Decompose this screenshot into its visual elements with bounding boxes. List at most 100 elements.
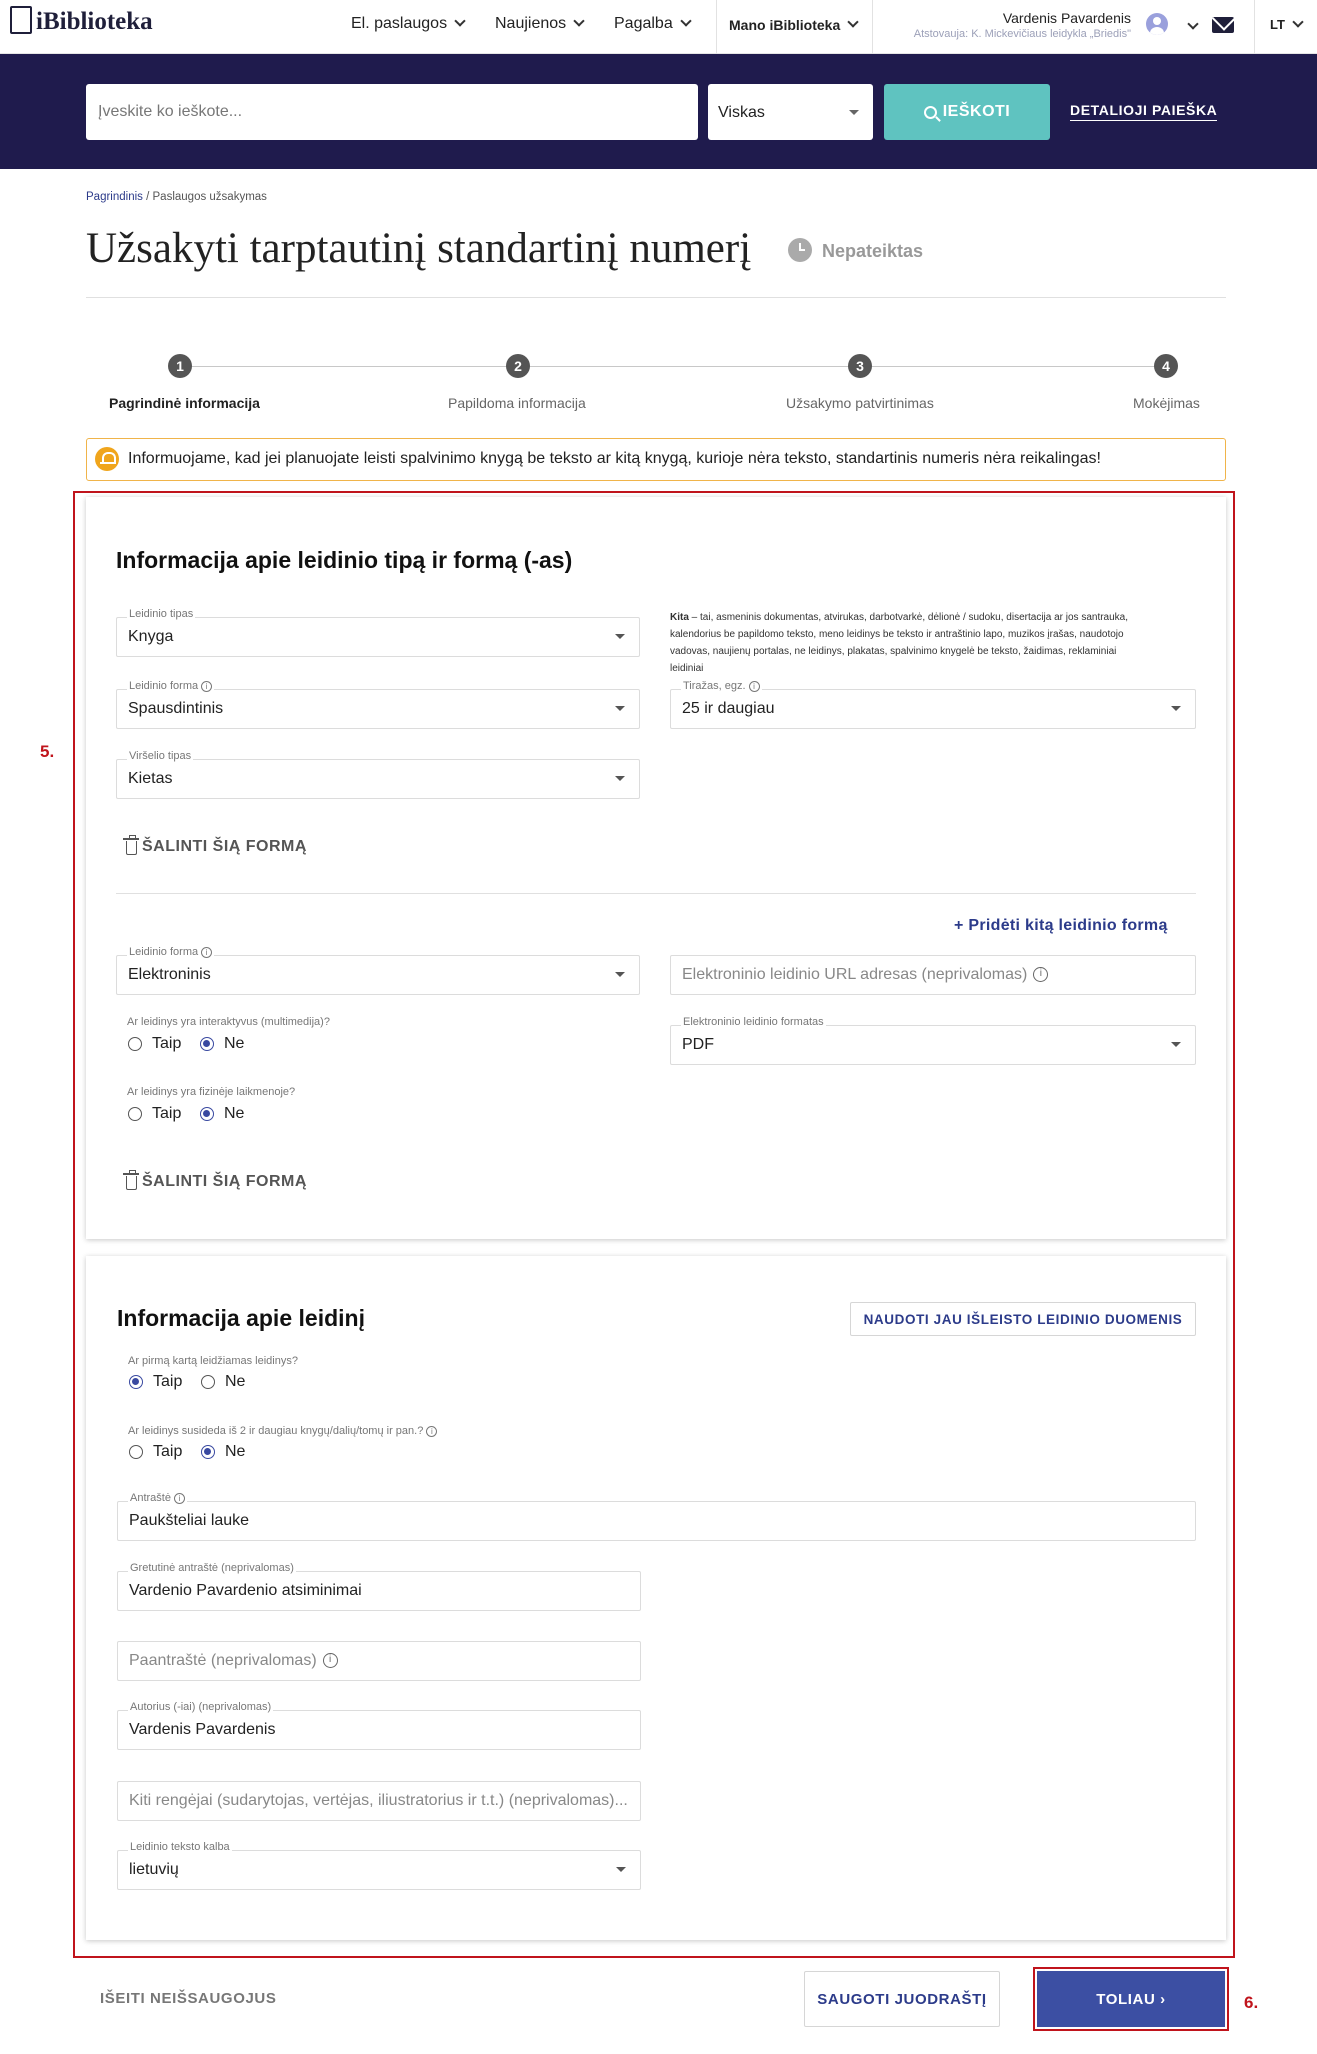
dropdown-arrow-icon — [1171, 706, 1181, 711]
publication-type-select[interactable]: Leidinio tipas Knyga — [116, 608, 640, 657]
remove-form-button[interactable]: ŠALINTI ŠIĄ FORMĄ — [123, 1170, 307, 1191]
interactive-no-radio[interactable] — [200, 1037, 214, 1051]
stepper-line — [180, 366, 1166, 367]
publication-form-2-select[interactable]: Leidinio forma i Elektroninis — [116, 946, 640, 995]
info-icon[interactable]: i — [1033, 967, 1049, 983]
url-input[interactable]: Elektroninio leidinio URL adresas (nepri… — [670, 955, 1196, 995]
use-existing-data-button[interactable]: NAUDOTI JAU IŠLEISTO LEIDINIO DUOMENIS — [850, 1302, 1196, 1336]
step-1-label: Pagrindinė informacija — [109, 395, 260, 411]
publication-info-heading: Informacija apie leidinį — [117, 1305, 365, 1331]
info-icon[interactable]: i — [322, 1653, 338, 1669]
step-1-dot: 1 — [168, 354, 192, 378]
info-icon[interactable]: i — [426, 1425, 438, 1437]
title-input[interactable]: Antraštė i Paukšteliai lauke — [117, 1492, 1196, 1541]
add-form-link[interactable]: + Pridėti kitą leidinio formą — [954, 917, 1168, 935]
parallel-title-input[interactable]: Gretutinė antraštė (neprivalomas) Varden… — [117, 1562, 641, 1611]
physical-medium-question: Ar leidinys yra fizinėje laikmenoje? — [127, 1086, 296, 1098]
breadcrumb-home[interactable]: Pagrindinis — [86, 191, 143, 203]
nav-naujienos[interactable]: Naujienos — [495, 15, 585, 33]
language-switcher[interactable]: LT — [1270, 15, 1304, 32]
page-title: Užsakyti tarptautinį standartinį numerį — [86, 225, 752, 272]
search-scope-select[interactable]: Viskas — [708, 84, 873, 140]
physical-yes-radio[interactable] — [128, 1107, 142, 1121]
type-note: Kita – tai, asmeninis dokumentas, atviru… — [670, 612, 1129, 674]
info-icon[interactable]: i — [201, 946, 213, 958]
nav-mano-ibiblioteka[interactable]: Mano iBiblioteka — [729, 16, 859, 33]
avatar-icon[interactable] — [1146, 13, 1168, 35]
interactive-yes-radio[interactable] — [128, 1037, 142, 1051]
search-input[interactable] — [86, 84, 698, 140]
chevron-down-icon — [573, 15, 585, 27]
divider — [116, 893, 1196, 894]
dropdown-arrow-icon — [615, 706, 625, 711]
logo[interactable]: iBiblioteka — [10, 6, 153, 36]
breadcrumb-current: Paslaugos užsakymas — [152, 191, 267, 203]
step-2-dot: 2 — [506, 354, 530, 378]
first-time-no-radio[interactable] — [201, 1375, 215, 1389]
nav-divider — [1254, 0, 1255, 54]
bell-icon — [95, 447, 119, 471]
multi-volume-question: Ar leidinys susideda iš 2 ir daugiau kny… — [128, 1425, 438, 1437]
chevron-down-icon — [1292, 15, 1304, 28]
book-icon — [10, 6, 32, 34]
step-2-label: Papildoma informacija — [448, 395, 586, 411]
annotation-label-5: 5. — [40, 742, 55, 761]
dropdown-arrow-icon — [615, 776, 625, 781]
chevron-down-icon — [454, 15, 466, 27]
trash-icon — [123, 1170, 139, 1190]
dropdown-arrow-icon — [615, 634, 625, 639]
dropdown-arrow-icon — [615, 972, 625, 977]
step-4-label: Mokėjimas — [1133, 395, 1200, 411]
advanced-search-link[interactable]: DETALIOJI PAIEŠKA — [1070, 102, 1218, 121]
chevron-down-icon[interactable] — [1187, 18, 1199, 30]
print-run-select[interactable]: Tiražas, egz. i 25 ir daugiau — [670, 680, 1196, 729]
info-icon[interactable]: i — [173, 1492, 185, 1504]
text-language-select[interactable]: Leidinio teksto kalba lietuvių — [117, 1841, 641, 1890]
author-input[interactable]: Autorius (-iai) (neprivalomas) Vardenis … — [117, 1701, 641, 1750]
electronic-format-select[interactable]: Elektroninio leidinio formatas PDF — [670, 1016, 1196, 1065]
multi-volume-yes-radio[interactable] — [129, 1445, 143, 1459]
mail-icon[interactable] — [1212, 17, 1234, 33]
step-3-dot: 3 — [848, 354, 872, 378]
status-badge: Nepateiktas — [822, 241, 924, 261]
clock-icon — [788, 238, 812, 262]
info-alert: Informuojame, kad jei planuojate leisti … — [86, 438, 1226, 481]
user-name[interactable]: Vardenis Pavardenis — [1003, 10, 1131, 26]
nav-divider — [716, 0, 717, 54]
physical-no-radio[interactable] — [200, 1107, 214, 1121]
first-time-question: Ar pirmą kartą leidžiamas leidinys? — [128, 1355, 298, 1367]
other-contributors-input[interactable]: Kiti rengėjai (sudarytojas, vertėjas, il… — [117, 1781, 641, 1821]
user-represents: Atstovauja: K. Mickevičiaus leidykla „Br… — [913, 28, 1131, 40]
search-icon — [923, 105, 937, 119]
dropdown-arrow-icon — [616, 1867, 626, 1872]
info-icon[interactable]: i — [201, 680, 213, 692]
chevron-down-icon — [680, 15, 692, 27]
step-4-dot: 4 — [1154, 354, 1178, 378]
multi-volume-no-radio[interactable] — [201, 1445, 215, 1459]
divider — [86, 297, 1226, 298]
info-icon[interactable]: i — [748, 680, 760, 692]
publication-form-select[interactable]: Leidinio forma i Spausdintinis — [116, 680, 640, 729]
nav-el-paslaugos[interactable]: El. paslaugos — [351, 15, 466, 33]
trash-icon — [123, 835, 139, 855]
chevron-right-icon: › — [1160, 1990, 1166, 2008]
step-3-label: Užsakymo patvirtinimas — [786, 395, 934, 411]
nav-pagalba[interactable]: Pagalba — [614, 15, 692, 33]
annotation-label-6: 6. — [1244, 1993, 1259, 2012]
dropdown-arrow-icon — [849, 110, 859, 115]
search-button[interactable]: IEŠKOTI — [884, 84, 1050, 140]
subtitle-input[interactable]: Paantraštė (neprivalomas) i — [117, 1641, 641, 1681]
nav-divider — [872, 0, 873, 54]
chevron-down-icon — [847, 16, 859, 28]
first-time-yes-radio[interactable] — [129, 1375, 143, 1389]
cover-type-select[interactable]: Viršelio tipas Kietas — [116, 750, 640, 799]
top-navigation: iBiblioteka El. paslaugos Naujienos Paga… — [0, 0, 1317, 54]
next-button[interactable]: TOLIAU › — [1037, 1971, 1225, 2027]
plus-icon: + — [954, 917, 964, 934]
dropdown-arrow-icon — [1171, 1042, 1181, 1047]
remove-form-button[interactable]: ŠALINTI ŠIĄ FORMĄ — [123, 835, 307, 856]
interactive-question: Ar leidinys yra interaktyvus (multimedij… — [127, 1016, 330, 1028]
save-draft-button[interactable]: SAUGOTI JUODRAŠTĮ — [804, 1971, 1000, 2027]
breadcrumb: Pagrindinis / Paslaugos užsakymas — [86, 191, 267, 203]
exit-without-saving-button[interactable]: IŠEITI NEIŠSAUGOJUS — [100, 1990, 276, 2007]
